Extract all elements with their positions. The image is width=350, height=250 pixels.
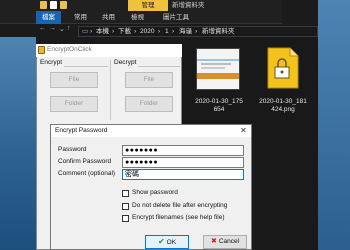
cancel-button[interactable]: ✖ Cancel — [203, 235, 247, 249]
recent-chevron-icon[interactable]: ⌄ — [59, 25, 65, 33]
close-icon[interactable]: ✕ — [240, 125, 247, 136]
encrypt-section-label: Encrypt — [40, 59, 63, 66]
password-field[interactable]: ●●●●●●● — [122, 145, 244, 156]
encrypt-folder-button[interactable]: Folder — [50, 96, 98, 112]
show-password-label: Show password — [132, 189, 178, 196]
encryptonclick-app-icon — [38, 46, 45, 54]
file-thumbnail-1[interactable] — [196, 48, 240, 90]
comment-label: Comment (optional) — [58, 170, 116, 177]
file-name-1-line1: 2020-01-30_175 — [195, 98, 243, 105]
back-arrow-icon[interactable]: ← — [39, 25, 46, 32]
checkmark-icon: ✔ — [157, 237, 165, 246]
confirm-password-label: Confirm Password — [58, 158, 112, 165]
encrypt-filenames-checkbox[interactable] — [122, 215, 129, 222]
breadcrumb-new-folder[interactable]: 新增資料夾 — [202, 26, 235, 37]
section-vertical-divider — [110, 60, 111, 120]
pc-icon: ▭ — [82, 28, 89, 35]
password-label: Password — [58, 146, 87, 153]
keep-file-label: Do not delete file after encrypting — [132, 202, 228, 209]
file-name-1-line2: 654 — [213, 106, 225, 113]
breadcrumb-separator-icon: › — [172, 28, 175, 35]
tab-home[interactable]: 常用 — [70, 11, 91, 24]
decrypt-file-button[interactable]: File — [125, 72, 173, 88]
confirm-password-field[interactable]: ●●●●●●● — [122, 157, 244, 168]
tab-picture-tools[interactable]: 圖片工具 — [159, 11, 193, 24]
tab-share[interactable]: 共用 — [98, 11, 119, 24]
encrypt-file-button[interactable]: File — [50, 72, 98, 88]
desktop-background-left — [0, 0, 36, 250]
ok-button[interactable]: ✔ OK — [145, 235, 189, 249]
encrypt-password-dialog — [50, 124, 252, 250]
decrypt-section-label: Decrypt — [114, 59, 137, 66]
window-title: 新增資料夾 — [172, 2, 205, 9]
tab-view[interactable]: 檢視 — [127, 11, 148, 24]
tab-file[interactable]: 檔案 — [36, 11, 61, 24]
breadcrumb-2020[interactable]: 2020 — [140, 26, 154, 37]
encrypt-filenames-label: Encrypt filenames (see help file) — [132, 214, 225, 221]
manage-tab[interactable]: 管理 — [128, 0, 168, 11]
breadcrumb-separator-icon: › — [134, 28, 137, 35]
breadcrumb-turtle[interactable]: 海龜 — [179, 26, 192, 37]
breadcrumb-downloads[interactable]: 下載 — [118, 26, 131, 37]
folder-icon[interactable] — [40, 1, 47, 9]
encrypted-file-icon[interactable] — [262, 44, 302, 90]
decrypt-section-divider — [138, 66, 180, 67]
encryptonclick-title: EncryptOnClick — [47, 46, 92, 53]
file-name-2-line1: 2020-01-30_181 — [259, 98, 307, 105]
dialog-title: Encrypt Password — [55, 127, 108, 134]
desktop-background-right — [318, 0, 350, 250]
file-name-2-line2: 424.png — [271, 106, 295, 113]
breadcrumb-separator-icon: › — [195, 28, 198, 35]
forward-arrow-icon[interactable]: → — [49, 25, 56, 32]
breadcrumb-separator-icon: › — [158, 28, 161, 35]
new-folder-icon[interactable] — [60, 1, 67, 9]
properties-icon[interactable] — [50, 1, 57, 9]
breadcrumb-1[interactable]: 1 — [165, 26, 169, 37]
ok-button-label: OK — [166, 239, 177, 246]
cancel-button-label: Cancel — [218, 238, 240, 245]
breadcrumb-separator-icon: › — [90, 28, 93, 35]
decrypt-folder-button[interactable]: Folder — [125, 96, 173, 112]
show-password-checkbox[interactable] — [122, 190, 129, 197]
encrypt-section-divider — [64, 66, 108, 67]
breadcrumb-separator-icon: › — [112, 28, 115, 35]
comment-field[interactable]: 密碼 — [122, 169, 244, 180]
keep-file-checkbox[interactable] — [122, 203, 129, 210]
cancel-x-icon: ✖ — [210, 238, 217, 245]
up-arrow-icon[interactable]: ↑ — [67, 25, 71, 32]
breadcrumb-pc[interactable]: 本機 — [96, 26, 109, 37]
